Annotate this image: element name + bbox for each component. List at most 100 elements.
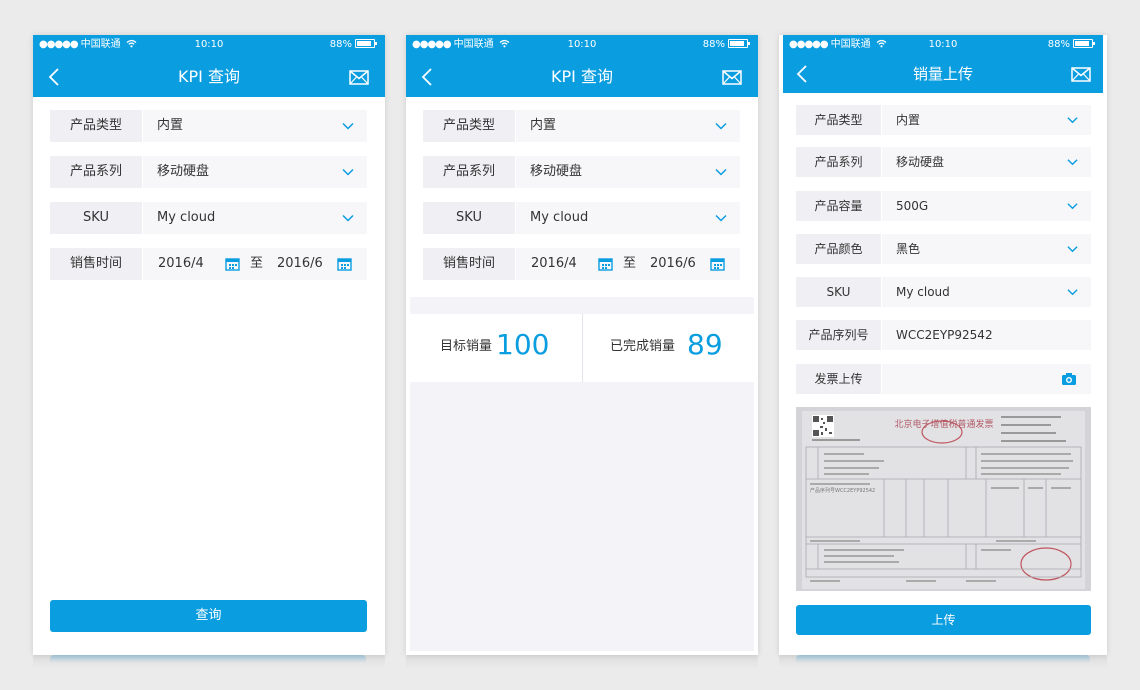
upload-button[interactable]: 上传 <box>796 605 1091 635</box>
product-type-select[interactable]: 内置 <box>882 105 1091 135</box>
target-sales-value: 100 <box>496 328 550 361</box>
screen-kpi-query: ●●●●● 中国联通 10:10 88% KPI 查询 产品类型 内置 产品系列 … <box>33 35 385 655</box>
field-label: 产品颜色 <box>796 234 881 264</box>
field-sales-date[interactable]: 销售时间 2016/4 至 2016/6 <box>50 248 367 280</box>
battery-icon <box>355 39 377 48</box>
serial-number-input[interactable]: WCC2EYP92542 <box>882 320 1091 350</box>
field-label: 产品类型 <box>796 105 881 135</box>
chevron-down-icon <box>1067 117 1078 124</box>
product-capacity-select[interactable]: 500G <box>882 191 1091 221</box>
calendar-icon[interactable] <box>337 257 352 271</box>
field-product-series[interactable]: 产品系列 移动硬盘 <box>796 147 1091 177</box>
target-sales-label: 目标销量 <box>440 339 493 354</box>
product-series-select[interactable]: 移动硬盘 <box>143 156 367 188</box>
battery-icon <box>1073 39 1095 48</box>
field-label: 产品类型 <box>50 110 142 142</box>
chevron-down-icon <box>1067 289 1078 296</box>
product-type-select[interactable]: 内置 <box>143 110 367 142</box>
chevron-down-icon <box>1067 203 1078 210</box>
invoice-photo-drawing: 北京电子增值税普通发票 产品序列号WCC2EYP92542 <box>796 407 1091 591</box>
date-separator: 至 <box>623 256 637 271</box>
field-product-type[interactable]: 产品类型 内置 <box>50 110 367 142</box>
field-label: 发票上传 <box>796 364 881 394</box>
field-product-series[interactable]: 产品系列 移动硬盘 <box>50 156 367 188</box>
chevron-down-icon <box>342 168 354 176</box>
field-label: 产品系列 <box>796 147 881 177</box>
field-label: 产品序列号 <box>796 320 881 350</box>
chevron-down-icon <box>715 168 727 176</box>
field-sku[interactable]: SKU My cloud <box>423 202 740 234</box>
product-series-select[interactable]: 移动硬盘 <box>882 147 1091 177</box>
target-sales: 目标销量 100 <box>440 328 549 361</box>
page-title: KPI 查询 <box>551 67 613 86</box>
date-separator: 至 <box>250 256 264 271</box>
product-type-select[interactable]: 内置 <box>516 110 740 142</box>
field-product-type[interactable]: 产品类型 内置 <box>796 105 1091 135</box>
status-bar: ●●●●● 中国联通 10:10 88% <box>783 35 1103 55</box>
empty-area <box>410 382 754 651</box>
date-to[interactable]: 2016/6 <box>277 248 323 280</box>
camera-icon[interactable] <box>1061 372 1077 386</box>
field-label: 产品类型 <box>423 110 515 142</box>
field-product-color[interactable]: 产品颜色 黑色 <box>796 234 1091 264</box>
query-button[interactable]: 查询 <box>50 600 367 632</box>
field-label: 产品系列 <box>50 156 142 188</box>
page-title: KPI 查询 <box>178 67 240 86</box>
date-from[interactable]: 2016/4 <box>158 248 204 280</box>
date-range: 2016/4 至 2016/6 <box>516 248 740 280</box>
field-invoice-upload[interactable]: 发票上传 <box>796 364 1091 394</box>
calendar-icon[interactable] <box>598 257 613 271</box>
field-sku[interactable]: SKU My cloud <box>796 277 1091 307</box>
status-bar: ●●●●● 中国联通 10:10 88% <box>406 35 758 55</box>
field-sku[interactable]: SKU My cloud <box>50 202 367 234</box>
chevron-down-icon <box>715 214 727 222</box>
sku-select[interactable]: My cloud <box>882 277 1091 307</box>
battery-indicator: 88% <box>1048 35 1095 55</box>
field-product-type[interactable]: 产品类型 内置 <box>423 110 740 142</box>
field-label: 产品容量 <box>796 191 881 221</box>
page-title: 销量上传 <box>912 65 973 83</box>
battery-icon <box>728 39 750 48</box>
battery-indicator: 88% <box>703 35 750 55</box>
chevron-down-icon <box>1067 159 1078 166</box>
invoice-title: 北京电子增值税普通发票 <box>894 418 993 430</box>
product-series-select[interactable]: 移动硬盘 <box>516 156 740 188</box>
sku-select[interactable]: My cloud <box>516 202 740 234</box>
envelope-icon[interactable] <box>1071 67 1091 82</box>
battery-indicator: 88% <box>330 35 377 55</box>
calendar-icon[interactable] <box>710 257 725 271</box>
field-sales-date[interactable]: 销售时间 2016/4 至 2016/6 <box>423 248 740 280</box>
date-range: 2016/4 至 2016/6 <box>143 248 367 280</box>
completed-sales: 已完成销量 89 <box>610 328 723 361</box>
field-serial-number[interactable]: 产品序列号 WCC2EYP92542 <box>796 320 1091 350</box>
result-panel: 目标销量 100 已完成销量 89 <box>410 314 754 382</box>
product-color-select[interactable]: 黑色 <box>882 234 1091 264</box>
field-label: SKU <box>423 202 515 234</box>
completed-sales-label: 已完成销量 <box>610 339 676 354</box>
field-label: 产品系列 <box>423 156 515 188</box>
screen-kpi-result: ●●●●● 中国联通 10:10 88% KPI 查询 产品类型 内置 产品系列 … <box>406 35 758 655</box>
invoice-upload-input[interactable] <box>882 364 1091 394</box>
envelope-icon[interactable] <box>722 70 742 85</box>
field-label: 销售时间 <box>423 248 515 280</box>
result-divider <box>410 297 754 314</box>
date-from[interactable]: 2016/4 <box>531 248 577 280</box>
chevron-down-icon <box>1067 246 1078 253</box>
top-bar: ●●●●● 中国联通 10:10 88% 销量上传 <box>783 35 1103 93</box>
date-to[interactable]: 2016/6 <box>650 248 696 280</box>
sku-select[interactable]: My cloud <box>143 202 367 234</box>
envelope-icon[interactable] <box>349 70 369 85</box>
field-product-series[interactable]: 产品系列 移动硬盘 <box>423 156 740 188</box>
nav-bar: KPI 查询 <box>406 58 758 96</box>
invoice-serial-text: 产品序列号WCC2EYP92542 <box>810 487 875 494</box>
stat-divider <box>582 314 583 382</box>
calendar-icon[interactable] <box>225 257 240 271</box>
field-label: SKU <box>796 277 881 307</box>
chevron-down-icon <box>342 214 354 222</box>
nav-bar: 销量上传 <box>783 55 1103 93</box>
top-bar: ●●●●● 中国联通 10:10 88% KPI 查询 <box>406 35 758 97</box>
completed-sales-value: 89 <box>687 328 723 361</box>
field-product-capacity[interactable]: 产品容量 500G <box>796 191 1091 221</box>
chevron-down-icon <box>342 122 354 130</box>
chevron-down-icon <box>715 122 727 130</box>
